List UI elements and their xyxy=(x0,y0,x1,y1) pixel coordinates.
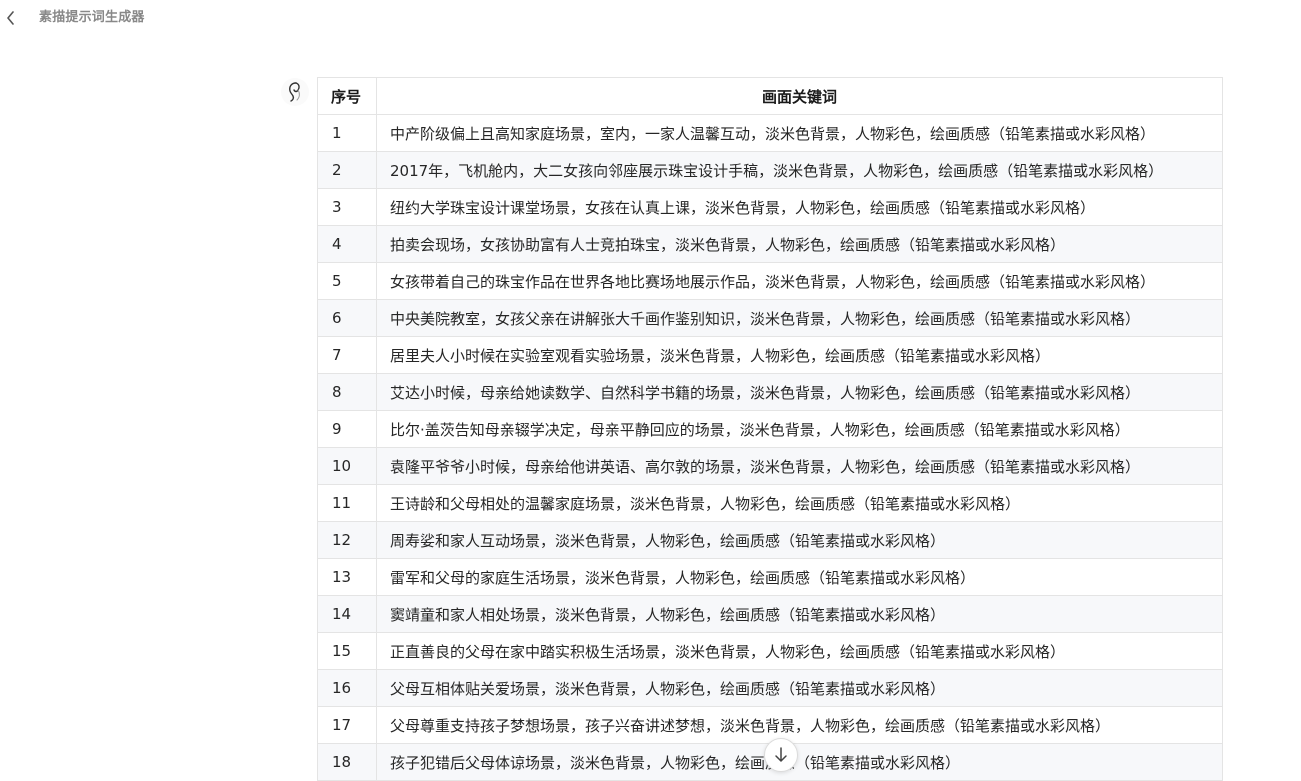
table-row: 11 王诗龄和父母相处的温馨家庭场景，淡米色背景，人物彩色，绘画质感（铅笔素描或水… xyxy=(317,484,1223,522)
row-number: 18 xyxy=(317,743,377,781)
row-keywords: 父母尊重支持孩子梦想场景，孩子兴奋讲述梦想，淡米色背景，人物彩色，绘画质感（铅笔… xyxy=(376,706,1223,744)
bot-avatar-icon xyxy=(289,82,300,102)
row-number: 13 xyxy=(317,558,377,596)
row-keywords: 中央美院教室，女孩父亲在讲解张大千画作鉴别知识，淡米色背景，人物彩色，绘画质感（… xyxy=(376,299,1223,337)
table-row: 4 拍卖会现场，女孩协助富有人士竞拍珠宝，淡米色背景，人物彩色，绘画质感（铅笔素描… xyxy=(317,225,1223,263)
header-num: 序号 xyxy=(317,77,377,115)
row-keywords: 纽约大学珠宝设计课堂场景，女孩在认真上课，淡米色背景，人物彩色，绘画质感（铅笔素… xyxy=(376,188,1223,226)
table-row: 8 艾达小时候，母亲给她读数学、自然科学书籍的场景，淡米色背景，人物彩色，绘画质感… xyxy=(317,373,1223,411)
table-row: 7 居里夫人小时候在实验室观看实验场景，淡米色背景，人物彩色，绘画质感（铅笔素描或… xyxy=(317,336,1223,374)
row-keywords: 袁隆平爷爷小时候，母亲给他讲英语、高尔敦的场景，淡米色背景，人物彩色，绘画质感（… xyxy=(376,447,1223,485)
row-keywords: 窦靖童和家人相处场景，淡米色背景，人物彩色，绘画质感（铅笔素描或水彩风格） xyxy=(376,595,1223,633)
row-number: 14 xyxy=(317,595,377,633)
row-number: 4 xyxy=(317,225,377,263)
keyword-table: 序号 画面关键词 1 中产阶级偏上且高知家庭场景，室内，一家人温馨互动，淡米色背景… xyxy=(317,77,1223,781)
row-keywords: 父母互相体贴关爱场景，淡米色背景，人物彩色，绘画质感（铅笔素描或水彩风格） xyxy=(376,669,1223,707)
bot-avatar xyxy=(281,78,309,106)
top-bar: 素描提示词生成器 xyxy=(0,0,1301,36)
page-title: 素描提示词生成器 xyxy=(39,10,145,25)
row-keywords: 比尔·盖茨告知母亲辍学决定，母亲平静回应的场景，淡米色背景，人物彩色，绘画质感（… xyxy=(376,410,1223,448)
table-row: 16 父母互相体贴关爱场景，淡米色背景，人物彩色，绘画质感（铅笔素描或水彩风格） xyxy=(317,669,1223,707)
row-number: 7 xyxy=(317,336,377,374)
table-header-row: 序号 画面关键词 xyxy=(317,77,1223,115)
table-row: 15 正直善良的父母在家中踏实积极生活场景，淡米色背景，人物彩色，绘画质感（铅笔素… xyxy=(317,632,1223,670)
table-row: 12 周寿娑和家人互动场景，淡米色背景，人物彩色，绘画质感（铅笔素描或水彩风格） xyxy=(317,521,1223,559)
row-keywords: 居里夫人小时候在实验室观看实验场景，淡米色背景，人物彩色，绘画质感（铅笔素描或水… xyxy=(376,336,1223,374)
row-number: 11 xyxy=(317,484,377,522)
row-number: 2 xyxy=(317,151,377,189)
table-row: 17 父母尊重支持孩子梦想场景，孩子兴奋讲述梦想，淡米色背景，人物彩色，绘画质感（… xyxy=(317,706,1223,744)
table-row: 2 2017年，飞机舱内，大二女孩向邻座展示珠宝设计手稿，淡米色背景，人物彩色，绘… xyxy=(317,151,1223,189)
table-row: 1 中产阶级偏上且高知家庭场景，室内，一家人温馨互动，淡米色背景，人物彩色，绘画质… xyxy=(317,114,1223,152)
table-row: 3 纽约大学珠宝设计课堂场景，女孩在认真上课，淡米色背景，人物彩色，绘画质感（铅笔… xyxy=(317,188,1223,226)
back-button[interactable] xyxy=(1,6,21,30)
row-keywords: 正直善良的父母在家中踏实积极生活场景，淡米色背景，人物彩色，绘画质感（铅笔素描或… xyxy=(376,632,1223,670)
table-row: 13 雷军和父母的家庭生活场景，淡米色背景，人物彩色，绘画质感（铅笔素描或水彩风格… xyxy=(317,558,1223,596)
row-number: 16 xyxy=(317,669,377,707)
keyword-table-container: 序号 画面关键词 1 中产阶级偏上且高知家庭场景，室内，一家人温馨互动，淡米色背景… xyxy=(317,77,1223,781)
row-number: 8 xyxy=(317,373,377,411)
row-keywords: 周寿娑和家人互动场景，淡米色背景，人物彩色，绘画质感（铅笔素描或水彩风格） xyxy=(376,521,1223,559)
row-number: 10 xyxy=(317,447,377,485)
row-keywords: 孩子犯错后父母体谅场景，淡米色背景，人物彩色，绘画质感（铅笔素描或水彩风格） xyxy=(376,743,1223,781)
arrow-down-icon xyxy=(775,747,787,762)
table-body: 1 中产阶级偏上且高知家庭场景，室内，一家人温馨互动，淡米色背景，人物彩色，绘画质… xyxy=(317,114,1223,781)
table-row: 6 中央美院教室，女孩父亲在讲解张大千画作鉴别知识，淡米色背景，人物彩色，绘画质感… xyxy=(317,299,1223,337)
row-number: 5 xyxy=(317,262,377,300)
header-keywords: 画面关键词 xyxy=(376,77,1223,115)
table-row: 9 比尔·盖茨告知母亲辍学决定，母亲平静回应的场景，淡米色背景，人物彩色，绘画质感… xyxy=(317,410,1223,448)
row-number: 12 xyxy=(317,521,377,559)
row-number: 3 xyxy=(317,188,377,226)
row-keywords: 拍卖会现场，女孩协助富有人士竞拍珠宝，淡米色背景，人物彩色，绘画质感（铅笔素描或… xyxy=(376,225,1223,263)
table-row: 5 女孩带着自己的珠宝作品在世界各地比赛场地展示作品，淡米色背景，人物彩色，绘画质… xyxy=(317,262,1223,300)
scroll-down-button[interactable] xyxy=(764,738,798,772)
row-number: 15 xyxy=(317,632,377,670)
row-keywords: 王诗龄和父母相处的温馨家庭场景，淡米色背景，人物彩色，绘画质感（铅笔素描或水彩风… xyxy=(376,484,1223,522)
row-keywords: 女孩带着自己的珠宝作品在世界各地比赛场地展示作品，淡米色背景，人物彩色，绘画质感… xyxy=(376,262,1223,300)
row-keywords: 中产阶级偏上且高知家庭场景，室内，一家人温馨互动，淡米色背景，人物彩色，绘画质感… xyxy=(376,114,1223,152)
table-row: 14 窦靖童和家人相处场景，淡米色背景，人物彩色，绘画质感（铅笔素描或水彩风格） xyxy=(317,595,1223,633)
row-number: 17 xyxy=(317,706,377,744)
chevron-left-icon xyxy=(7,11,14,25)
row-number: 9 xyxy=(317,410,377,448)
row-keywords: 艾达小时候，母亲给她读数学、自然科学书籍的场景，淡米色背景，人物彩色，绘画质感（… xyxy=(376,373,1223,411)
row-keywords: 2017年，飞机舱内，大二女孩向邻座展示珠宝设计手稿，淡米色背景，人物彩色，绘画… xyxy=(376,151,1223,189)
row-number: 1 xyxy=(317,114,377,152)
table-row: 10 袁隆平爷爷小时候，母亲给他讲英语、高尔敦的场景，淡米色背景，人物彩色，绘画质… xyxy=(317,447,1223,485)
row-keywords: 雷军和父母的家庭生活场景，淡米色背景，人物彩色，绘画质感（铅笔素描或水彩风格） xyxy=(376,558,1223,596)
row-number: 6 xyxy=(317,299,377,337)
